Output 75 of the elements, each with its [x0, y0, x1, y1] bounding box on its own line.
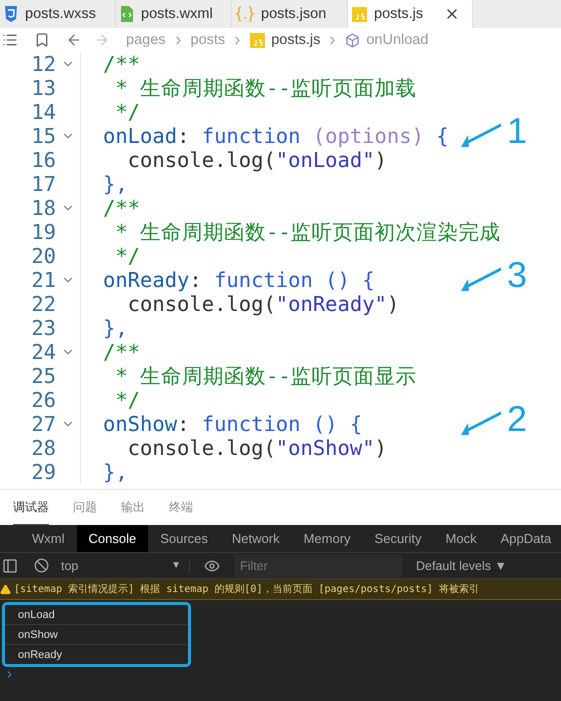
- warning-message: [sitemap 索引情况提示] 根据 sitemap 的规则[0]，当前页面 [pages/posts/posts] 将被索引: [14, 582, 479, 596]
- code-line: onLoad: function (options) {: [103, 124, 449, 148]
- js-file-icon: [250, 32, 266, 48]
- code-line: * 生命周期函数--监听页面初次渲染完成: [114, 219, 501, 246]
- code-line: },: [103, 460, 128, 484]
- code-line: * 生命周期函数--监听页面显示: [114, 363, 417, 390]
- console-log: onShow: [5, 625, 188, 645]
- line-number: 21: [30, 268, 56, 292]
- line-number: 20: [30, 244, 56, 268]
- breadcrumb-item[interactable]: posts.js: [271, 32, 320, 48]
- devtools-tab[interactable]: Mock: [434, 525, 489, 552]
- arrow-icon: [460, 410, 502, 438]
- filter-field[interactable]: Filter: [234, 554, 402, 576]
- code-line: onShow: function () {: [103, 412, 362, 436]
- line-number: 23: [30, 316, 56, 340]
- code-line: console.log("onShow"): [126, 436, 387, 460]
- code-line: },: [103, 172, 128, 196]
- devtools-tab[interactable]: Wxml: [20, 525, 76, 552]
- arrow-icon: [460, 266, 502, 294]
- devtools-tab[interactable]: Console: [76, 525, 148, 552]
- code-line: onReady: function () {: [103, 268, 375, 292]
- code-line: /**: [103, 52, 140, 76]
- devtools-tab[interactable]: AppData: [488, 525, 561, 552]
- line-number: 24: [30, 340, 56, 364]
- annotation-number: 3: [507, 254, 528, 296]
- annotation-number: 2: [507, 398, 528, 440]
- code-line: console.log("onLoad"): [126, 148, 387, 172]
- code-line: */: [114, 100, 140, 124]
- sidebar-icon[interactable]: [2, 558, 18, 574]
- code-line: /**: [103, 196, 140, 220]
- editor-tab[interactable]: posts.js: [348, 0, 473, 28]
- line-number: 22: [30, 292, 56, 316]
- code-line: console.log("onReady"): [126, 292, 400, 316]
- line-number: 19: [30, 220, 56, 244]
- line-number: 16: [30, 148, 56, 172]
- panel-tab[interactable]: 输出: [121, 499, 145, 525]
- line-number: 12: [30, 52, 56, 76]
- css-file-icon: [4, 6, 18, 22]
- context-select[interactable]: top ▼: [57, 558, 190, 572]
- js-file-icon: [352, 6, 367, 22]
- devtools-tab[interactable]: Sources: [148, 525, 220, 552]
- bookmark-icon[interactable]: [34, 32, 50, 48]
- code-line: * 生命周期函数--监听页面加载: [114, 75, 417, 102]
- eye-icon[interactable]: [204, 558, 220, 574]
- line-number: 13: [30, 76, 56, 100]
- line-number: 27: [30, 412, 56, 436]
- levels-dropdown[interactable]: Default levels ▼: [416, 558, 507, 572]
- line-number: 29: [30, 460, 56, 484]
- code-line: */: [114, 388, 140, 412]
- braces-icon: [236, 6, 254, 22]
- clear-icon[interactable]: [34, 558, 49, 573]
- devtools-tab[interactable]: Security: [362, 525, 434, 552]
- cube-icon: [345, 32, 360, 48]
- warning-icon: [0, 584, 11, 594]
- line-number: 15: [30, 124, 56, 148]
- arrow-icon: [460, 122, 502, 150]
- code-line: */: [114, 244, 140, 268]
- console-log: onLoad: [5, 605, 188, 625]
- line-number: 14: [30, 100, 56, 124]
- code-file-icon: [120, 6, 134, 22]
- line-number: 25: [30, 364, 56, 388]
- code-line: },: [103, 316, 128, 340]
- line-number: 18: [30, 196, 56, 220]
- panel-tab[interactable]: 终端: [169, 499, 193, 525]
- devtools-tab[interactable]: Network: [220, 525, 292, 552]
- devtools-tab[interactable]: Memory: [292, 525, 363, 552]
- back-icon[interactable]: [66, 32, 82, 48]
- line-number: 17: [30, 172, 56, 196]
- code-line: /**: [103, 340, 140, 364]
- line-number: 28: [30, 436, 56, 460]
- line-number: 26: [30, 388, 56, 412]
- panel-tab[interactable]: 问题: [73, 499, 97, 525]
- console-log: onReady: [17, 648, 64, 662]
- annotation-number: 1: [507, 110, 528, 152]
- outline-icon[interactable]: [2, 32, 18, 48]
